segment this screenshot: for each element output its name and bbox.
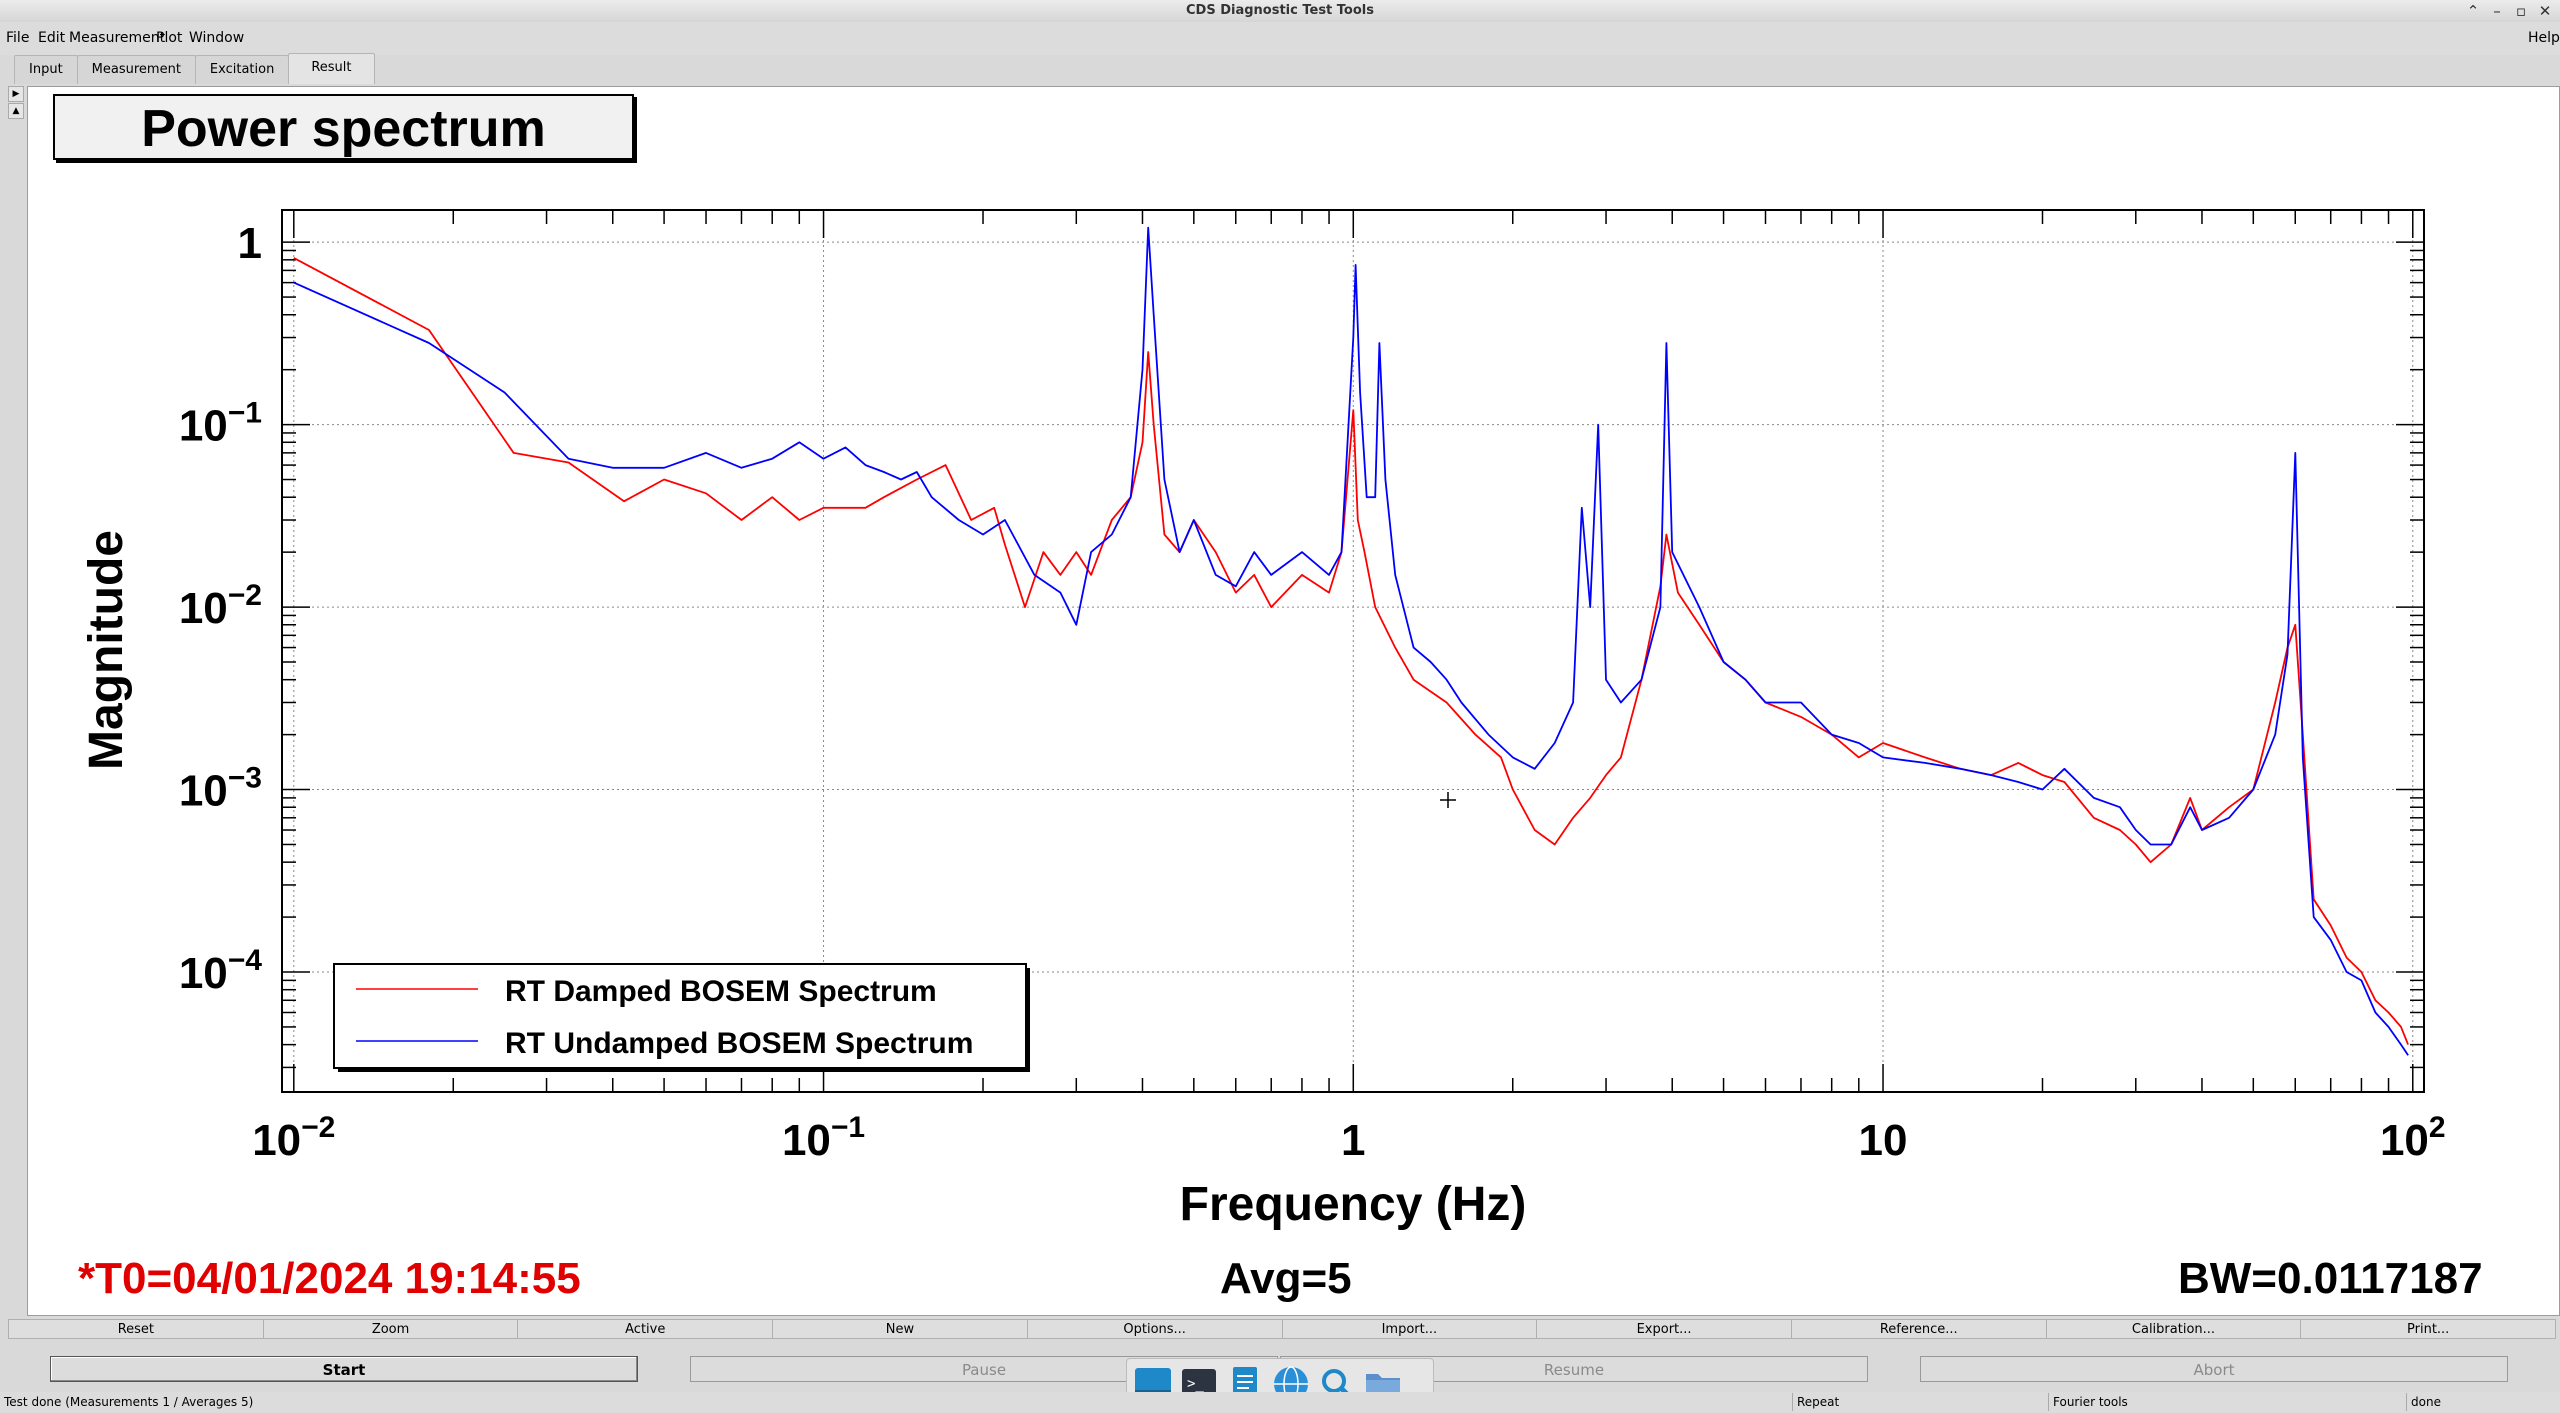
abort-button[interactable]: Abort xyxy=(1920,1356,2508,1382)
plot-toolbar: Reset Zoom Active New Options... Import.… xyxy=(8,1319,2557,1341)
y-tick-label: 10−2 xyxy=(179,579,262,633)
print-button[interactable]: Print... xyxy=(2300,1319,2557,1339)
bandwidth-value: BW=0.0117187 xyxy=(2178,1254,2483,1303)
x-tick-labels: 10−2 10−1 1 10 102 xyxy=(252,1111,2445,1165)
chart-legend[interactable]: RT Damped BOSEM Spectrum RT Undamped BOS… xyxy=(333,963,1030,1072)
series-undamped-line xyxy=(293,226,2409,1056)
x-tick-label: 10 xyxy=(1859,1116,1908,1165)
zoom-button[interactable]: Zoom xyxy=(262,1319,519,1339)
import-button[interactable]: Import... xyxy=(1281,1319,1538,1339)
reference-button[interactable]: Reference... xyxy=(1790,1319,2047,1339)
x-tick-label: 10−1 xyxy=(782,1111,865,1165)
x-tick-label: 102 xyxy=(2380,1111,2446,1165)
export-button[interactable]: Export... xyxy=(1536,1319,1792,1339)
average-count: Avg=5 xyxy=(1220,1254,1352,1303)
x-axis-label: Frequency (Hz) xyxy=(1180,1178,1527,1231)
legend-label-undamped: RT Undamped BOSEM Spectrum xyxy=(505,1027,973,1060)
power-spectrum-chart[interactable]: 10−2 10−1 1 10 102 10−4 10−3 10−2 10−1 1 Frequen… xyxy=(0,0,2560,1413)
new-button[interactable]: New xyxy=(772,1319,1028,1339)
legend-label-damped: RT Damped BOSEM Spectrum xyxy=(505,975,937,1008)
y-tick-label: 1 xyxy=(238,219,262,268)
crosshair-cursor-icon xyxy=(1440,792,1456,808)
y-tick-labels: 10−4 10−3 10−2 10−1 1 xyxy=(179,219,262,998)
start-button[interactable]: Start xyxy=(50,1356,638,1382)
calibration-button[interactable]: Calibration... xyxy=(2045,1319,2302,1339)
active-button[interactable]: Active xyxy=(517,1319,774,1339)
y-tick-label: 10−3 xyxy=(179,762,262,816)
status-message: Test done (Measurements 1 / Averages 5) xyxy=(4,1395,254,1409)
svg-text:>_: >_ xyxy=(1187,1376,1204,1392)
status-state: done xyxy=(2406,1393,2560,1411)
chart-series xyxy=(293,226,2409,1056)
y-axis-label: Magnitude xyxy=(80,530,133,770)
x-tick-label: 1 xyxy=(1341,1116,1365,1165)
y-tick-label: 10−1 xyxy=(179,397,262,451)
options-button[interactable]: Options... xyxy=(1026,1319,1283,1339)
status-tool: Fourier tools xyxy=(2048,1393,2406,1411)
status-repeat: Repeat xyxy=(1792,1393,2048,1411)
reset-button[interactable]: Reset xyxy=(8,1319,264,1339)
t0-timestamp: *T0=04/01/2024 19:14:55 xyxy=(78,1254,581,1303)
x-tick-label: 10−2 xyxy=(252,1111,335,1165)
y-tick-label: 10−4 xyxy=(179,944,262,998)
status-bar: Test done (Measurements 1 / Averages 5) … xyxy=(0,1392,2560,1413)
